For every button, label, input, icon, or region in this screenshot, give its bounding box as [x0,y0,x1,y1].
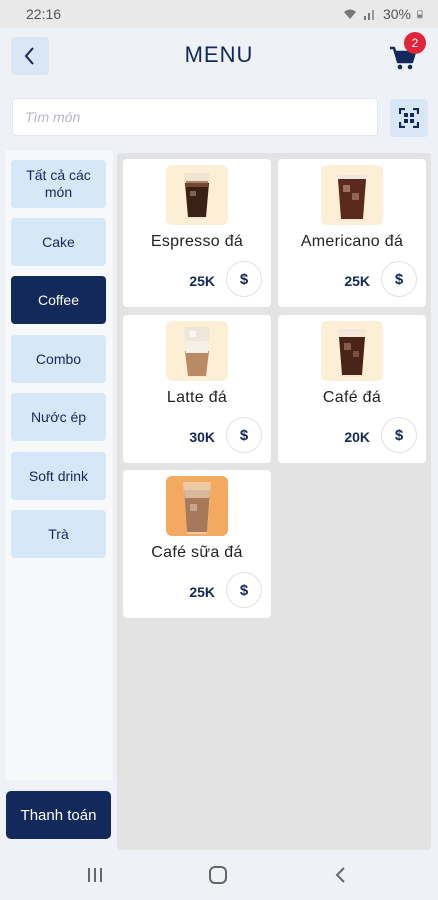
qr-scan-button[interactable] [390,99,428,137]
home-button[interactable] [203,862,233,888]
add-to-cart-button[interactable]: $ [226,572,262,608]
product-name: Café đá [322,389,382,406]
category-label: Tất cả các món [26,167,91,200]
category-label: Nước ép [30,408,87,425]
status-icons: 30% [343,6,426,22]
page-title: MENU [184,42,254,67]
category-juice[interactable]: Nước ép [11,393,106,441]
category-label: Cake [42,233,75,250]
product-name: Espresso đá [150,233,244,250]
back-nav-button[interactable] [326,862,356,888]
category-label: Combo [35,350,82,367]
back-icon [335,867,345,883]
checkout-button[interactable]: Thanh toán [6,791,111,839]
wifi-icon [343,9,356,19]
product-price: 20K [344,429,370,445]
category-coffee[interactable]: Coffee [11,276,106,324]
category-sidebar: Tất cả các món Cake Coffee Combo Nước ép… [0,150,116,850]
add-to-cart-button[interactable]: $ [381,417,417,453]
iced-milk-coffee-image [166,476,228,536]
product-card[interactable]: Café sữa đá 25K $ [123,470,271,618]
product-grid: Espresso đá 25K $ Americano đá 25K $ Lat… [117,153,431,850]
category-soft-drink[interactable]: Soft drink [11,452,106,500]
product-name: Latte đá [166,389,228,406]
category-combo[interactable]: Combo [11,335,106,383]
recent-apps-button[interactable] [80,862,110,888]
home-icon [209,866,227,884]
product-name: Café sữa đá [151,544,243,561]
product-name: Americano đá [300,233,404,250]
category-all[interactable]: Tất cả các món [11,160,106,208]
product-card[interactable]: Espresso đá 25K $ [123,159,271,307]
system-nav-bar [0,850,438,900]
iced-americano-image [321,165,383,225]
recent-apps-icon [88,868,102,882]
category-label: Trà [48,525,69,542]
app-header: MENU 2 [0,28,438,86]
product-price: 30K [189,429,215,445]
category-tea[interactable]: Trà [11,510,106,558]
cart-count-badge: 2 [404,32,426,54]
category-label: Coffee [38,291,79,308]
product-card[interactable]: Americano đá 25K $ [278,159,426,307]
signal-icon [363,10,374,20]
search-input[interactable] [12,98,378,136]
add-to-cart-button[interactable]: $ [226,261,262,297]
product-card[interactable]: Café đá 20K $ [278,315,426,463]
iced-espresso-image [166,165,228,225]
iced-latte-image [166,321,228,381]
battery-icon [417,10,423,19]
status-bar: 22:16 30% [0,0,438,28]
product-price: 25K [189,584,215,600]
add-to-cart-button[interactable]: $ [226,417,262,453]
battery-percent: 30% [382,6,411,22]
product-price: 25K [189,273,215,289]
status-time: 22:16 [26,6,62,22]
category-cake[interactable]: Cake [11,218,106,266]
iced-coffee-image [321,321,383,381]
category-label: Soft drink [28,467,89,484]
add-to-cart-button[interactable]: $ [381,261,417,297]
product-price: 25K [344,273,370,289]
qr-scan-icon [399,108,419,128]
product-card[interactable]: Latte đá 30K $ [123,315,271,463]
